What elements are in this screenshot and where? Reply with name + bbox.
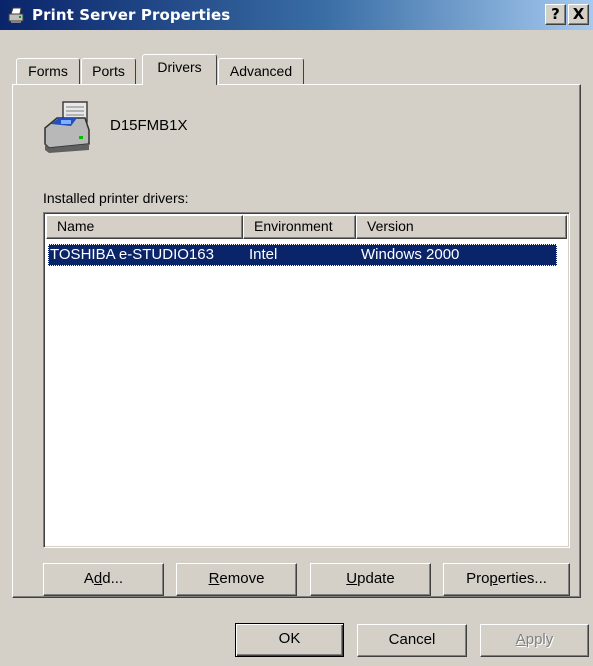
print-server-properties-window: Print Server Properties ? X Forms Ports … [0,0,593,666]
tab-ports[interactable]: Ports [81,58,136,84]
ok-button[interactable]: OK [235,623,344,657]
printer-icon [8,7,24,23]
apply-accel-key: A [515,631,526,648]
tab-drivers[interactable]: Drivers [142,54,217,85]
apply-label: pply [525,631,554,648]
drivers-tab-panel [12,84,581,598]
window-title: Print Server Properties [32,6,231,24]
help-button[interactable]: ? [545,4,566,25]
close-button[interactable]: X [568,4,589,25]
cancel-button[interactable]: Cancel [357,624,467,657]
tab-forms[interactable]: Forms [16,58,80,84]
apply-button[interactable]: Apply [480,624,589,657]
title-bar[interactable]: Print Server Properties ? X [0,0,593,30]
tab-advanced[interactable]: Advanced [218,58,304,84]
